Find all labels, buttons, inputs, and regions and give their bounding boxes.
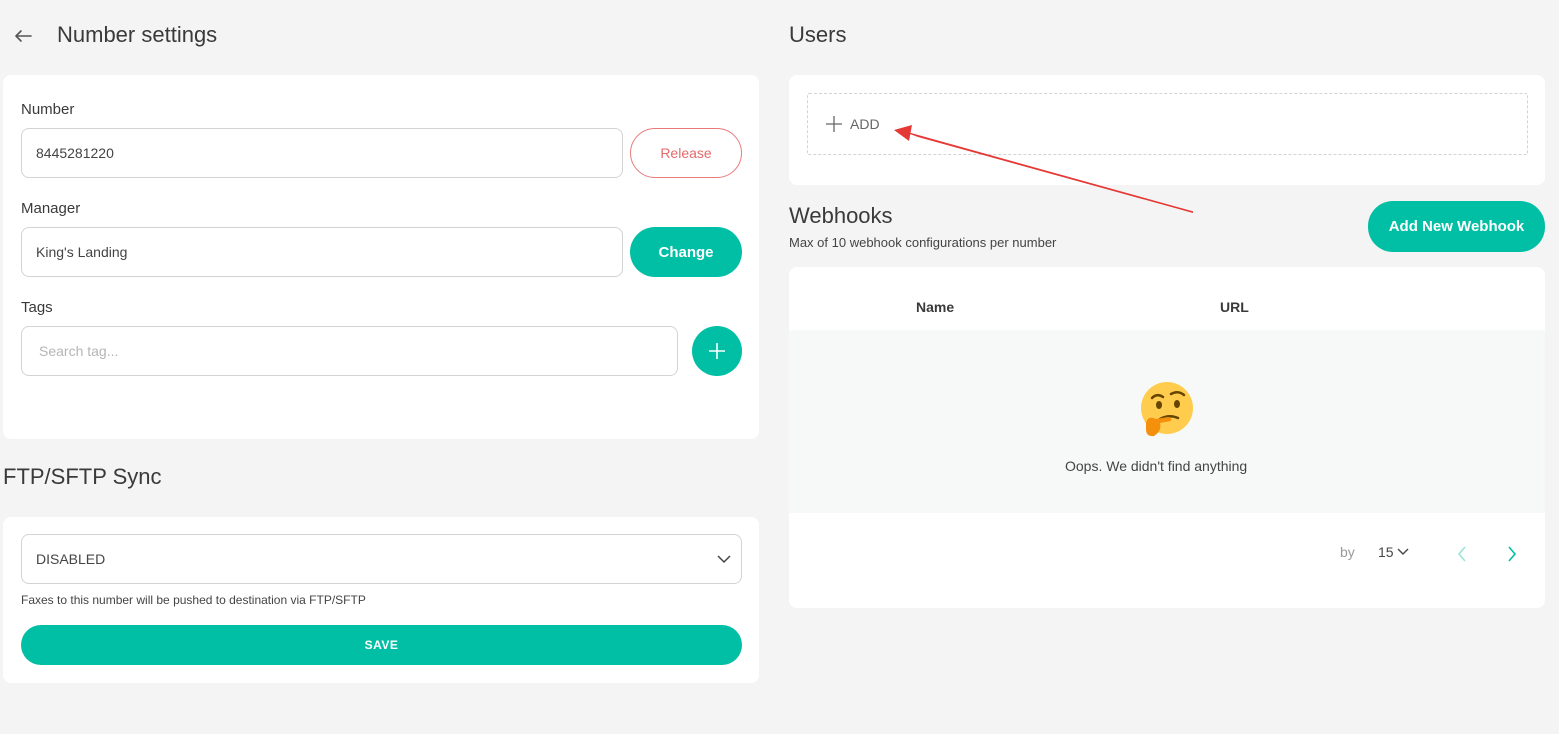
- chevron-down-icon: [717, 555, 731, 564]
- column-header-url[interactable]: URL: [1220, 299, 1249, 315]
- chevron-down-icon: [1397, 548, 1409, 555]
- tags-search-input[interactable]: Search tag...: [21, 326, 678, 376]
- thinking-face-icon: [1141, 382, 1193, 437]
- page-size-value: 15: [1378, 544, 1394, 560]
- next-page-icon[interactable]: [1507, 546, 1517, 562]
- number-field[interactable]: 8445281220: [21, 128, 623, 178]
- add-user-button[interactable]: ADD: [807, 93, 1528, 155]
- ftp-hint: Faxes to this number will be pushed to d…: [21, 593, 366, 607]
- empty-state-text: Oops. We didn't find anything: [1065, 458, 1248, 474]
- webhooks-title: Webhooks: [789, 203, 893, 228]
- pagination-by-label: by: [1340, 544, 1355, 560]
- change-button[interactable]: Change: [630, 227, 742, 277]
- add-user-label: ADD: [850, 116, 880, 132]
- ftp-select[interactable]: DISABLED: [21, 534, 742, 584]
- plus-icon: [709, 343, 725, 359]
- tags-label: Tags: [21, 299, 53, 316]
- previous-page-icon[interactable]: [1457, 546, 1467, 562]
- webhooks-subtitle: Max of 10 webhook configurations per num…: [789, 235, 1057, 250]
- page-size-select[interactable]: 15: [1378, 544, 1409, 560]
- save-button[interactable]: SAVE: [21, 625, 742, 665]
- page-title: Number settings: [57, 22, 218, 47]
- back-arrow-icon[interactable]: [13, 28, 33, 44]
- add-webhook-button[interactable]: Add New Webhook: [1368, 201, 1545, 252]
- add-tag-button[interactable]: [692, 326, 742, 376]
- release-button[interactable]: Release: [630, 128, 742, 178]
- manager-label: Manager: [21, 200, 81, 217]
- number-label: Number: [21, 101, 75, 118]
- column-header-name[interactable]: Name: [916, 299, 954, 315]
- ftp-select-value: DISABLED: [36, 551, 106, 567]
- users-title: Users: [789, 22, 847, 47]
- plus-icon: [826, 116, 842, 132]
- manager-field[interactable]: King's Landing: [21, 227, 623, 277]
- ftp-title: FTP/SFTP Sync: [3, 464, 162, 489]
